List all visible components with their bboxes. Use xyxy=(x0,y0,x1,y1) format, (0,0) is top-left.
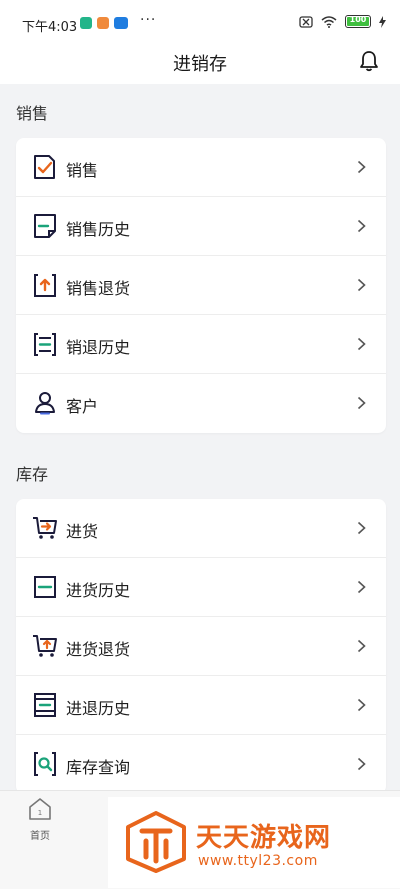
tab-home[interactable]: 1 首页 xyxy=(10,797,70,842)
purchase-cart-icon xyxy=(33,517,57,539)
chevron-right-icon xyxy=(357,337,366,351)
wifi-icon xyxy=(321,15,337,28)
menu-item-purchase[interactable]: 进货 xyxy=(16,499,386,558)
menu-item-label: 进退历史 xyxy=(66,699,131,718)
menu-item-label: 进货 xyxy=(66,522,99,541)
menu-item-label: 销退历史 xyxy=(66,338,131,357)
chevron-right-icon xyxy=(357,219,366,233)
inventory-search-icon xyxy=(34,752,56,776)
chevron-right-icon xyxy=(357,698,366,712)
sales-doc-icon xyxy=(34,155,55,179)
bell-icon[interactable] xyxy=(358,50,380,72)
watermark-name: 天天游戏网 xyxy=(196,823,332,853)
chevron-right-icon xyxy=(357,160,366,174)
purchase-history-icon xyxy=(34,576,56,598)
menu-item-label: 库存查询 xyxy=(66,758,131,777)
menu-item-inventory-search[interactable]: 库存查询 xyxy=(16,735,386,794)
menu-item-label: 进货退货 xyxy=(66,640,131,659)
notification-app-icon-blue xyxy=(114,17,128,29)
notification-app-icon-orange xyxy=(97,17,109,29)
chevron-right-icon xyxy=(357,580,366,594)
notification-app-icon-green xyxy=(80,17,92,29)
customer-icon xyxy=(35,392,55,415)
sales-return-icon xyxy=(34,274,56,297)
menu-item-sales-return[interactable]: 销售退货 xyxy=(16,256,386,315)
inventory-card: 进货 进货历史 进货退货 进退历史 库存查询 xyxy=(16,499,386,794)
chevron-right-icon xyxy=(357,757,366,771)
section-title-inventory: 库存 xyxy=(16,465,49,484)
menu-item-label: 销售 xyxy=(66,161,99,180)
watermark-overlay: 天天游戏网 www.ttyl23.com xyxy=(108,797,400,888)
status-time: 下午4:03 xyxy=(22,20,78,35)
watermark-logo-icon xyxy=(126,811,186,873)
status-indicators: 100 xyxy=(299,15,386,28)
chevron-right-icon xyxy=(357,639,366,653)
purchase-return-history-icon xyxy=(34,693,56,717)
menu-item-label: 客户 xyxy=(66,397,99,416)
purchase-return-cart-icon xyxy=(33,635,57,657)
more-notifications-icon: ··· xyxy=(140,12,157,28)
menu-item-purchase-history[interactable]: 进货历史 xyxy=(16,558,386,617)
menu-item-sales[interactable]: 销售 xyxy=(16,138,386,197)
sim-off-icon xyxy=(299,15,313,28)
tab-home-label: 首页 xyxy=(30,831,50,842)
menu-item-purchase-return[interactable]: 进货退货 xyxy=(16,617,386,676)
section-title-sales: 销售 xyxy=(16,104,49,123)
menu-item-label: 销售历史 xyxy=(66,220,131,239)
home-icon: 1 xyxy=(29,798,51,820)
chevron-right-icon xyxy=(357,278,366,292)
menu-item-sales-return-history[interactable]: 销退历史 xyxy=(16,315,386,374)
watermark-url: www.ttyl23.com xyxy=(198,853,318,869)
battery-icon: 100 xyxy=(345,15,371,28)
status-bar: 下午4:03 ··· 100 xyxy=(0,0,400,48)
chevron-right-icon xyxy=(357,396,366,410)
menu-item-customer[interactable]: 客户 xyxy=(16,374,386,433)
battery-level: 100 xyxy=(349,15,367,24)
page-header: 进销存 xyxy=(0,48,400,84)
menu-item-purchase-return-history[interactable]: 进退历史 xyxy=(16,676,386,735)
charging-icon xyxy=(379,15,386,28)
sales-card: 销售 销售历史 销售退货 销退历史 客户 xyxy=(16,138,386,433)
menu-item-label: 销售退货 xyxy=(66,279,131,298)
sales-return-history-icon xyxy=(34,333,56,356)
sales-history-icon xyxy=(34,214,56,238)
menu-item-label: 进货历史 xyxy=(66,581,131,600)
chevron-right-icon xyxy=(357,521,366,535)
page-title: 进销存 xyxy=(173,54,227,75)
home-badge: 1 xyxy=(38,809,42,817)
menu-item-sales-history[interactable]: 销售历史 xyxy=(16,197,386,256)
